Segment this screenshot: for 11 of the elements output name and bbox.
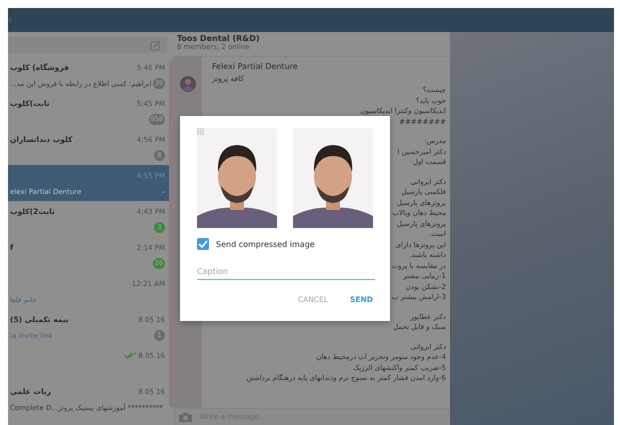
caption-field[interactable]: Caption [197, 265, 375, 280]
check-icon [198, 240, 208, 248]
checkbox[interactable] [197, 238, 209, 250]
camera-icon [179, 412, 192, 422]
sender-name: Felexi Partial Denture [212, 62, 299, 73]
avatar-icon [180, 76, 196, 92]
search-field[interactable] [8, 37, 167, 53]
grid-icon [197, 128, 204, 135]
checkbox-label: Send compressed image [216, 240, 315, 248]
chat-title: Toos Dental (R&D) [177, 34, 261, 43]
compose-icon [150, 40, 161, 50]
